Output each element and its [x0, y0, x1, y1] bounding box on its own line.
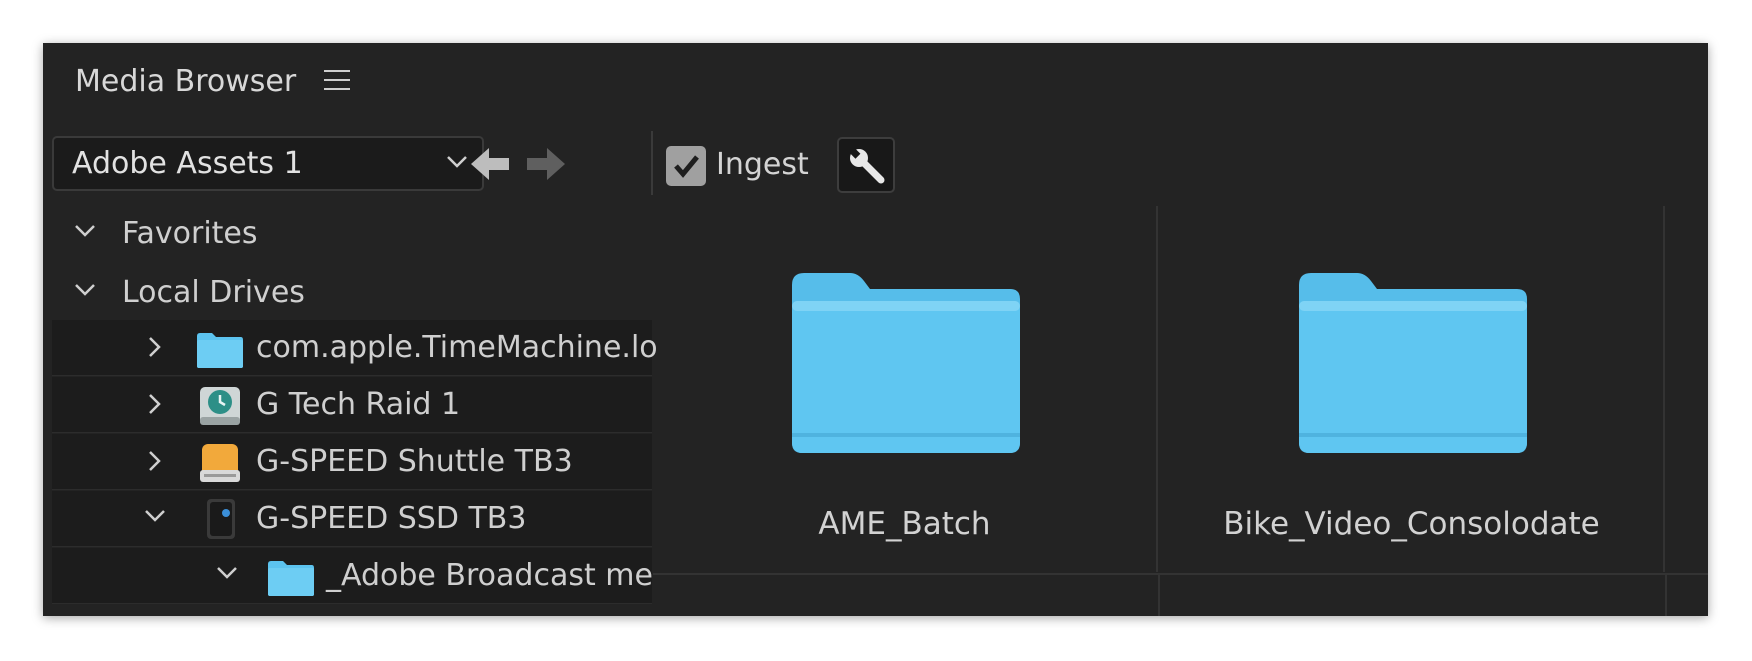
tree-item-label: G Tech Raid 1	[256, 387, 461, 422]
chevron-down-icon[interactable]	[216, 566, 238, 580]
checkmark-icon	[674, 155, 699, 178]
grid-divider	[1665, 573, 1667, 616]
tree-item[interactable]: _Adobe Broadcast me	[52, 548, 653, 604]
chevron-right-icon[interactable]	[148, 336, 162, 358]
tree-item-label: Favorites	[122, 216, 258, 251]
ingest-label: Ingest	[716, 147, 809, 182]
time-machine-drive-icon	[200, 387, 240, 425]
chevron-right-icon[interactable]	[148, 393, 162, 415]
toolbar-divider	[651, 131, 653, 195]
tree-item-label: com.apple.TimeMachine.lo	[256, 330, 658, 365]
tree-item[interactable]: G Tech Raid 1	[52, 377, 652, 433]
tree-item[interactable]: G-SPEED Shuttle TB3	[52, 434, 652, 490]
panel-title: Media Browser	[75, 63, 297, 99]
tree-item-favorites[interactable]: Favorites	[52, 206, 652, 262]
tree-item-label: G-SPEED SSD TB3	[256, 501, 527, 536]
folder-icon	[1299, 273, 1527, 453]
ingest-checkbox[interactable]	[666, 146, 706, 186]
panel-menu-icon[interactable]	[324, 70, 350, 92]
folder-icon	[197, 333, 243, 368]
grid-divider	[653, 573, 1708, 575]
external-drive-icon	[200, 444, 240, 482]
chevron-down-icon	[447, 156, 467, 168]
chevron-down-icon[interactable]	[74, 224, 96, 238]
tree-item[interactable]: com.apple.TimeMachine.lo	[52, 320, 658, 376]
tree-item-local-drives[interactable]: Local Drives	[52, 265, 652, 321]
chevron-down-icon[interactable]	[74, 283, 96, 297]
grid-divider	[1158, 573, 1160, 616]
tree-item[interactable]: G-SPEED SSD TB3	[52, 491, 652, 547]
forward-arrow-icon[interactable]	[525, 147, 565, 181]
ingest-settings-button[interactable]	[837, 137, 895, 193]
ssd-drive-icon	[207, 499, 235, 539]
folder-tile[interactable]: Bike_Video_Consolodate	[1160, 206, 1665, 572]
chevron-down-icon[interactable]	[144, 509, 166, 523]
tree-item-label: G-SPEED Shuttle TB3	[256, 444, 573, 479]
location-dropdown[interactable]: Adobe Assets 1	[52, 136, 484, 191]
folder-icon	[268, 561, 314, 596]
tree-item-label: Local Drives	[122, 275, 305, 310]
chevron-right-icon[interactable]	[148, 450, 162, 472]
folder-name: AME_Batch	[818, 506, 991, 542]
folder-tile[interactable]: AME_Batch	[653, 206, 1158, 572]
folder-name: Bike_Video_Consolodate	[1223, 506, 1600, 542]
wrench-icon	[848, 147, 885, 184]
media-browser-panel: Media Browser Adobe Assets 1 Ingest Favo…	[43, 43, 1708, 616]
content-grid: AME_Batch Bike_Video_Consolodate	[653, 206, 1708, 616]
folder-icon	[792, 273, 1020, 453]
back-arrow-icon[interactable]	[471, 147, 511, 181]
tree-item-label: _Adobe Broadcast me	[326, 558, 653, 593]
location-dropdown-value: Adobe Assets 1	[72, 146, 303, 181]
folder-tree: Favorites Local Drives com.apple.TimeMac…	[52, 206, 658, 616]
